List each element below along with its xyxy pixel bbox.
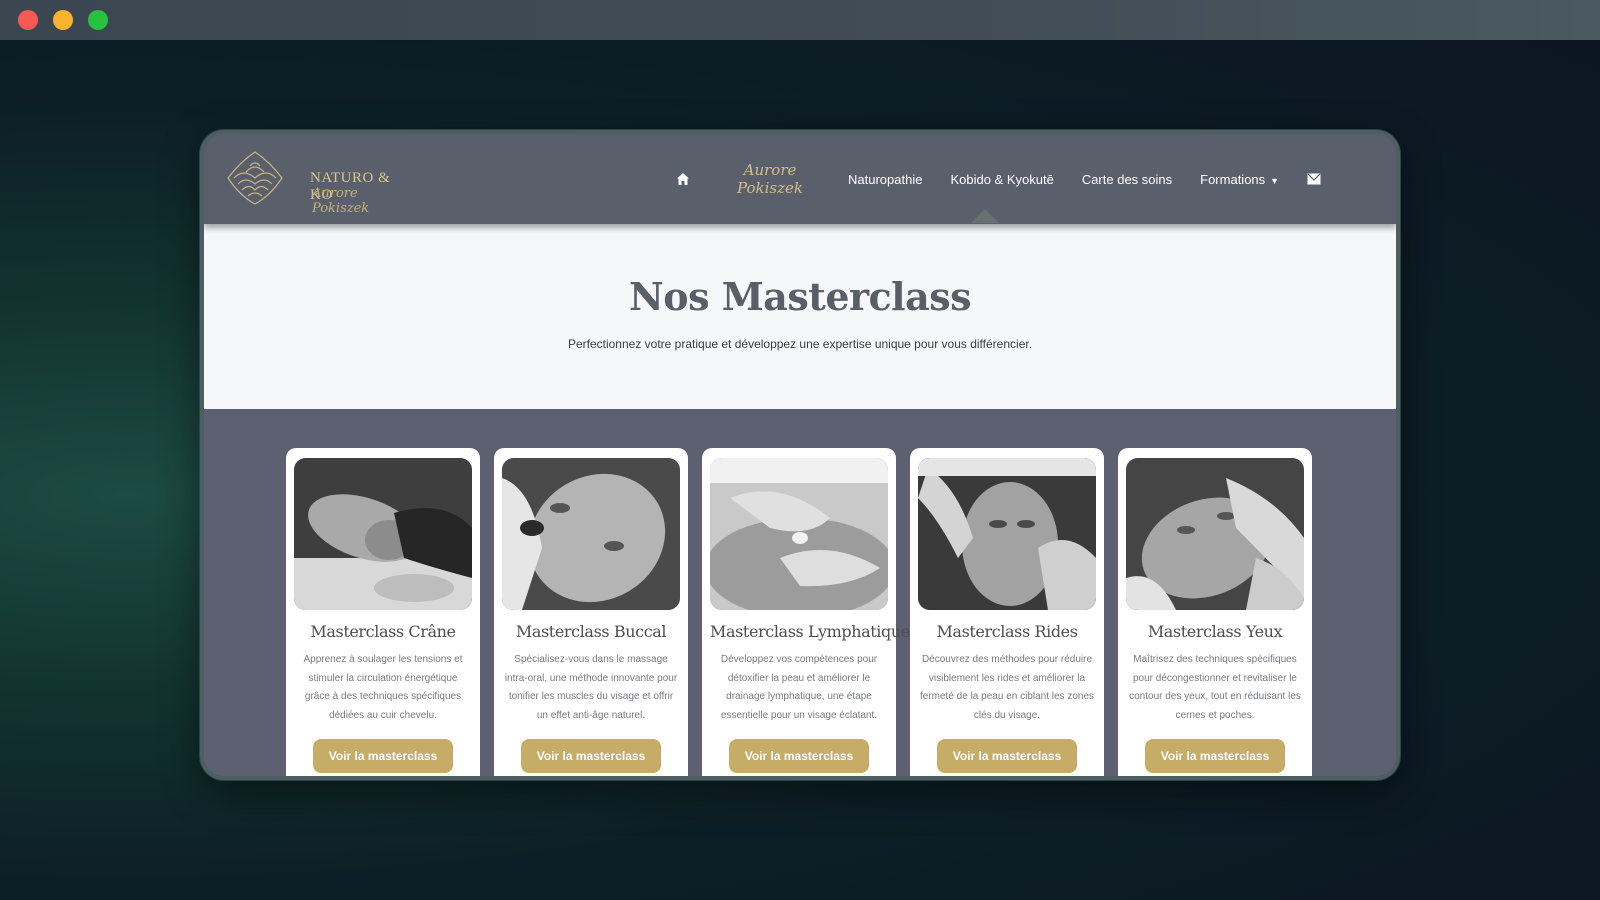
close-window-button[interactable]: [18, 10, 38, 30]
masterclass-title: Masterclass Yeux: [1147, 622, 1283, 641]
nav-item-formations-label: Formations: [1200, 171, 1266, 187]
page-subtitle: Perfectionnez votre pratique et développ…: [567, 337, 1033, 351]
home-icon: [677, 173, 689, 185]
masterclass-title: Masterclass Rides: [936, 622, 1078, 641]
window-titlebar: [0, 0, 1600, 40]
nav-item-formations[interactable]: Formations ▼: [1200, 172, 1279, 187]
masterclass-title: Masterclass Lymphatique: [710, 622, 910, 641]
chevron-down-icon: ▼: [1270, 175, 1280, 186]
masterclass-description: Maîtrisez des techniques spécifiques pou…: [1129, 654, 1301, 721]
masterclass-card-buccal: Masterclass Buccal Spécialisez-vous dans…: [494, 448, 688, 776]
browser-viewport: NATURO & KO Aurore Pokiszek Aurore Pokis…: [200, 130, 1400, 780]
masterclass-image-buccal: [502, 458, 680, 610]
page-title: Nos Masterclass: [628, 274, 972, 319]
brand-signature: Aurore Pokiszek: [312, 186, 370, 216]
minimize-window-button[interactable]: [53, 10, 73, 30]
masterclass-description: Développez vos compétences pour détoxifi…: [720, 654, 878, 721]
masterclass-image-rides: [918, 458, 1096, 610]
view-masterclass-buccal-button[interactable]: Voir la masterclass: [520, 739, 662, 773]
hero-section: Nos Masterclass Perfectionnez votre prat…: [204, 224, 1396, 409]
masterclass-description: Spécialisez-vous dans le massage intra-o…: [504, 654, 678, 721]
site-header: NATURO & KO Aurore Pokiszek Aurore Pokis…: [204, 134, 1396, 224]
view-masterclass-lymphatique-button[interactable]: Voir la masterclass: [728, 739, 870, 773]
masterclass-card-rides: Masterclass Rides Découvrez des méthodes…: [910, 448, 1104, 776]
active-nav-indicator: [971, 209, 999, 223]
masterclass-title: Masterclass Crâne: [310, 622, 456, 641]
nav-home-link[interactable]: [674, 170, 692, 188]
masterclass-image-lymphatique: [710, 458, 888, 610]
nav-signature-link[interactable]: Aurore Pokiszek: [720, 161, 820, 197]
masterclass-card-yeux: Masterclass Yeux Maîtrisez des technique…: [1118, 448, 1312, 776]
masterclass-description: Découvrez des méthodes pour réduire visi…: [920, 654, 1094, 721]
masterclass-card-crane: Masterclass Crâne Apprenez à soulager le…: [286, 448, 480, 776]
mail-icon: [1307, 173, 1321, 185]
view-masterclass-crane-button[interactable]: Voir la masterclass: [312, 739, 454, 773]
nav-item-kobido[interactable]: Kobido & Kyokutē: [950, 172, 1053, 187]
maximize-window-button[interactable]: [88, 10, 108, 30]
nav-item-naturopathie[interactable]: Naturopathie: [848, 172, 922, 187]
masterclass-image-yeux: [1126, 458, 1304, 610]
view-masterclass-yeux-button[interactable]: Voir la masterclass: [1144, 739, 1286, 773]
view-masterclass-rides-button[interactable]: Voir la masterclass: [936, 739, 1078, 773]
masterclass-description: Apprenez à soulager les tensions et stim…: [303, 654, 463, 721]
nav-item-carte-des-soins[interactable]: Carte des soins: [1082, 172, 1172, 187]
masterclass-title: Masterclass Buccal: [515, 622, 667, 641]
masterclass-card-lymphatique: Masterclass Lymphatique Développez vos c…: [702, 448, 910, 776]
masterclass-list: Masterclass Crâne Apprenez à soulager le…: [286, 448, 1312, 776]
wave-logo-icon: [227, 151, 283, 205]
masterclass-image-crane: [294, 458, 472, 610]
nav-contact-link[interactable]: [1307, 172, 1323, 186]
brand-logo[interactable]: NATURO & KO Aurore Pokiszek: [224, 148, 394, 216]
